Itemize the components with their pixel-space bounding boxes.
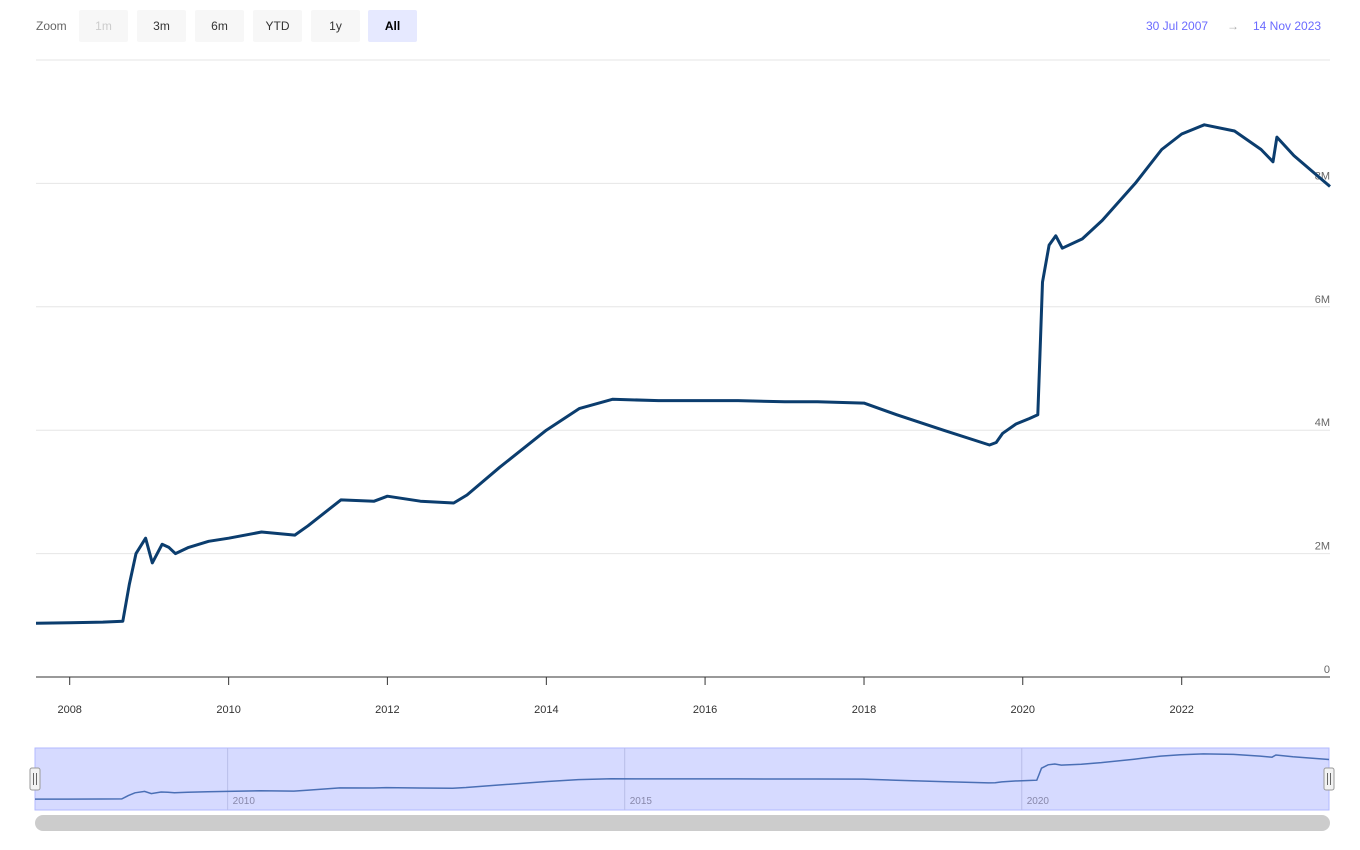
navigator-tick-label: 2015 [630,796,653,807]
navigator-tick-label: 2020 [1027,796,1050,807]
x-tick-label: 2008 [57,704,81,716]
navigator[interactable]: 2010 2015 2020 [29,747,1335,831]
x-tick-label: 2014 [534,704,558,716]
y-tick-label: 6M [1315,294,1330,306]
navigator-tick-label: 2010 [233,796,256,807]
chart-area: 02M4M6M8M 2008 2010 2012 2014 2016 2018 2020 20… [29,59,1335,831]
y-tick-label: 2M [1315,541,1330,553]
scrollbar-thumb[interactable] [35,815,1330,831]
series-line [35,123,1331,625]
x-tick-label: 2012 [375,704,399,716]
navigator-right-handle[interactable] [1323,767,1335,791]
x-tick-label: 2020 [1011,704,1035,716]
x-tick-label: 2018 [852,704,876,716]
series-layer [35,123,1331,625]
x-tick-label: 2016 [693,704,717,716]
x-axis: 2008 2010 2012 2014 2016 2018 2020 2022 [36,676,1330,716]
grid-lines [36,59,1330,678]
y-tick-label: 0 [1324,664,1330,676]
handle-body[interactable] [1323,767,1335,791]
x-tick-label: 2010 [216,704,240,716]
navigator-left-handle[interactable] [29,767,41,791]
y-axis-labels: 02M4M6M8M [1315,170,1330,676]
y-tick-label: 4M [1315,417,1330,429]
handle-body[interactable] [29,767,41,791]
x-tick-label: 2022 [1169,704,1193,716]
